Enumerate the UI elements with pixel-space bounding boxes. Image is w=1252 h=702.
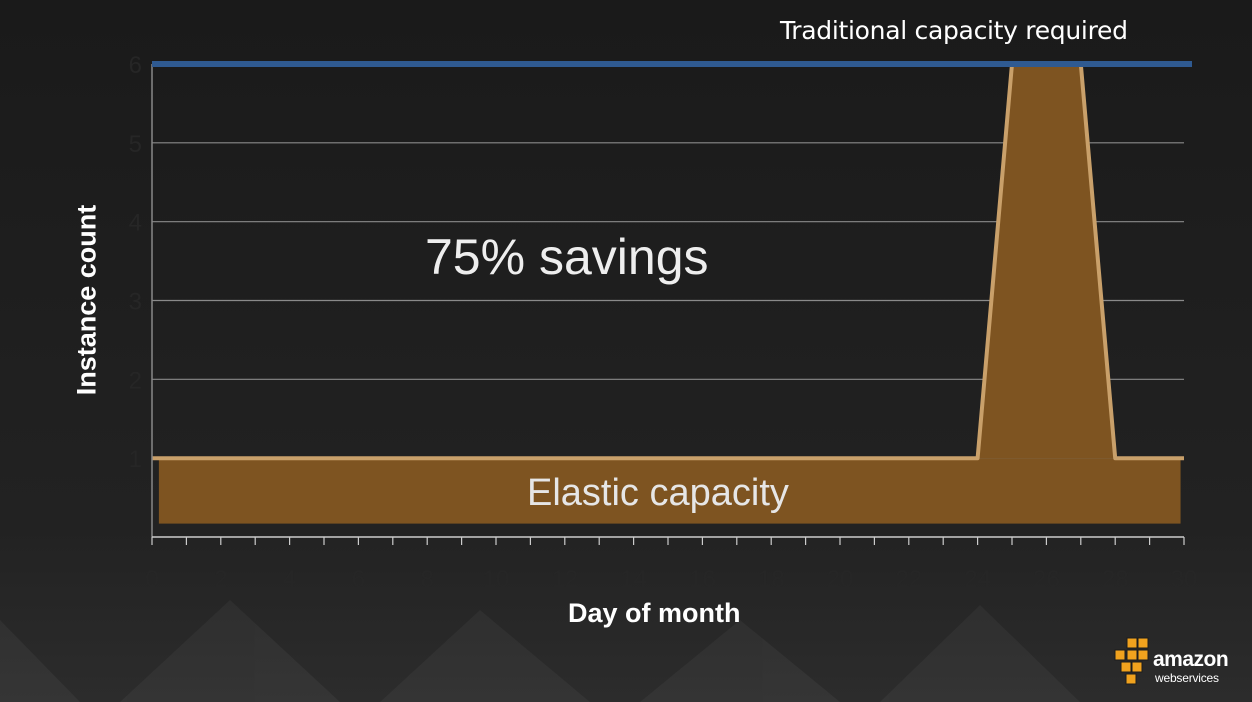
x-tick-label: 18	[758, 566, 785, 593]
x-tick-label: 16	[689, 566, 716, 593]
x-tick-label: 22	[895, 566, 922, 593]
y-axis-label: Instance count	[71, 204, 102, 396]
x-tick-label: 4	[283, 566, 296, 593]
chart: 1234560 2 4 6 8 10 12 14 16 18 20 22 24 26 28 30	[129, 52, 1198, 593]
aws-cubes-icon	[1114, 637, 1149, 685]
aws-logo: amazon webservices	[1113, 636, 1243, 690]
x-tick-label: 10	[483, 566, 510, 593]
logo-wordmark: amazon	[1153, 648, 1229, 671]
x-tick-label: 12	[551, 566, 578, 593]
x-tick-label: 28	[1102, 566, 1129, 593]
elastic-capacity-label: Elastic capacity	[527, 472, 789, 514]
x-tick-label: 6	[352, 566, 365, 593]
y-tick-label: 1	[129, 446, 142, 473]
y-tick-label: 2	[129, 367, 142, 394]
x-tick-label: 2	[214, 566, 227, 593]
traditional-capacity-label: Traditional capacity required	[780, 16, 1128, 45]
y-tick-label: 6	[129, 52, 142, 79]
y-tick-label: 5	[129, 131, 142, 158]
x-tick-label: 14	[620, 566, 647, 593]
x-tick-label: 8	[421, 566, 434, 593]
logo-subtitle: webservices	[1155, 671, 1219, 685]
x-axis-label: Day of month	[568, 598, 741, 628]
y-tick-label: 3	[129, 289, 142, 316]
x-tick-label: 24	[964, 566, 991, 593]
x-tick-label: 20	[827, 566, 854, 593]
x-tick-label: 30	[1171, 566, 1198, 593]
x-tick-label: 0	[145, 566, 158, 593]
savings-label: 75% savings	[425, 229, 709, 285]
x-tick-label: 26	[1033, 566, 1060, 593]
y-tick-label: 4	[129, 210, 142, 237]
